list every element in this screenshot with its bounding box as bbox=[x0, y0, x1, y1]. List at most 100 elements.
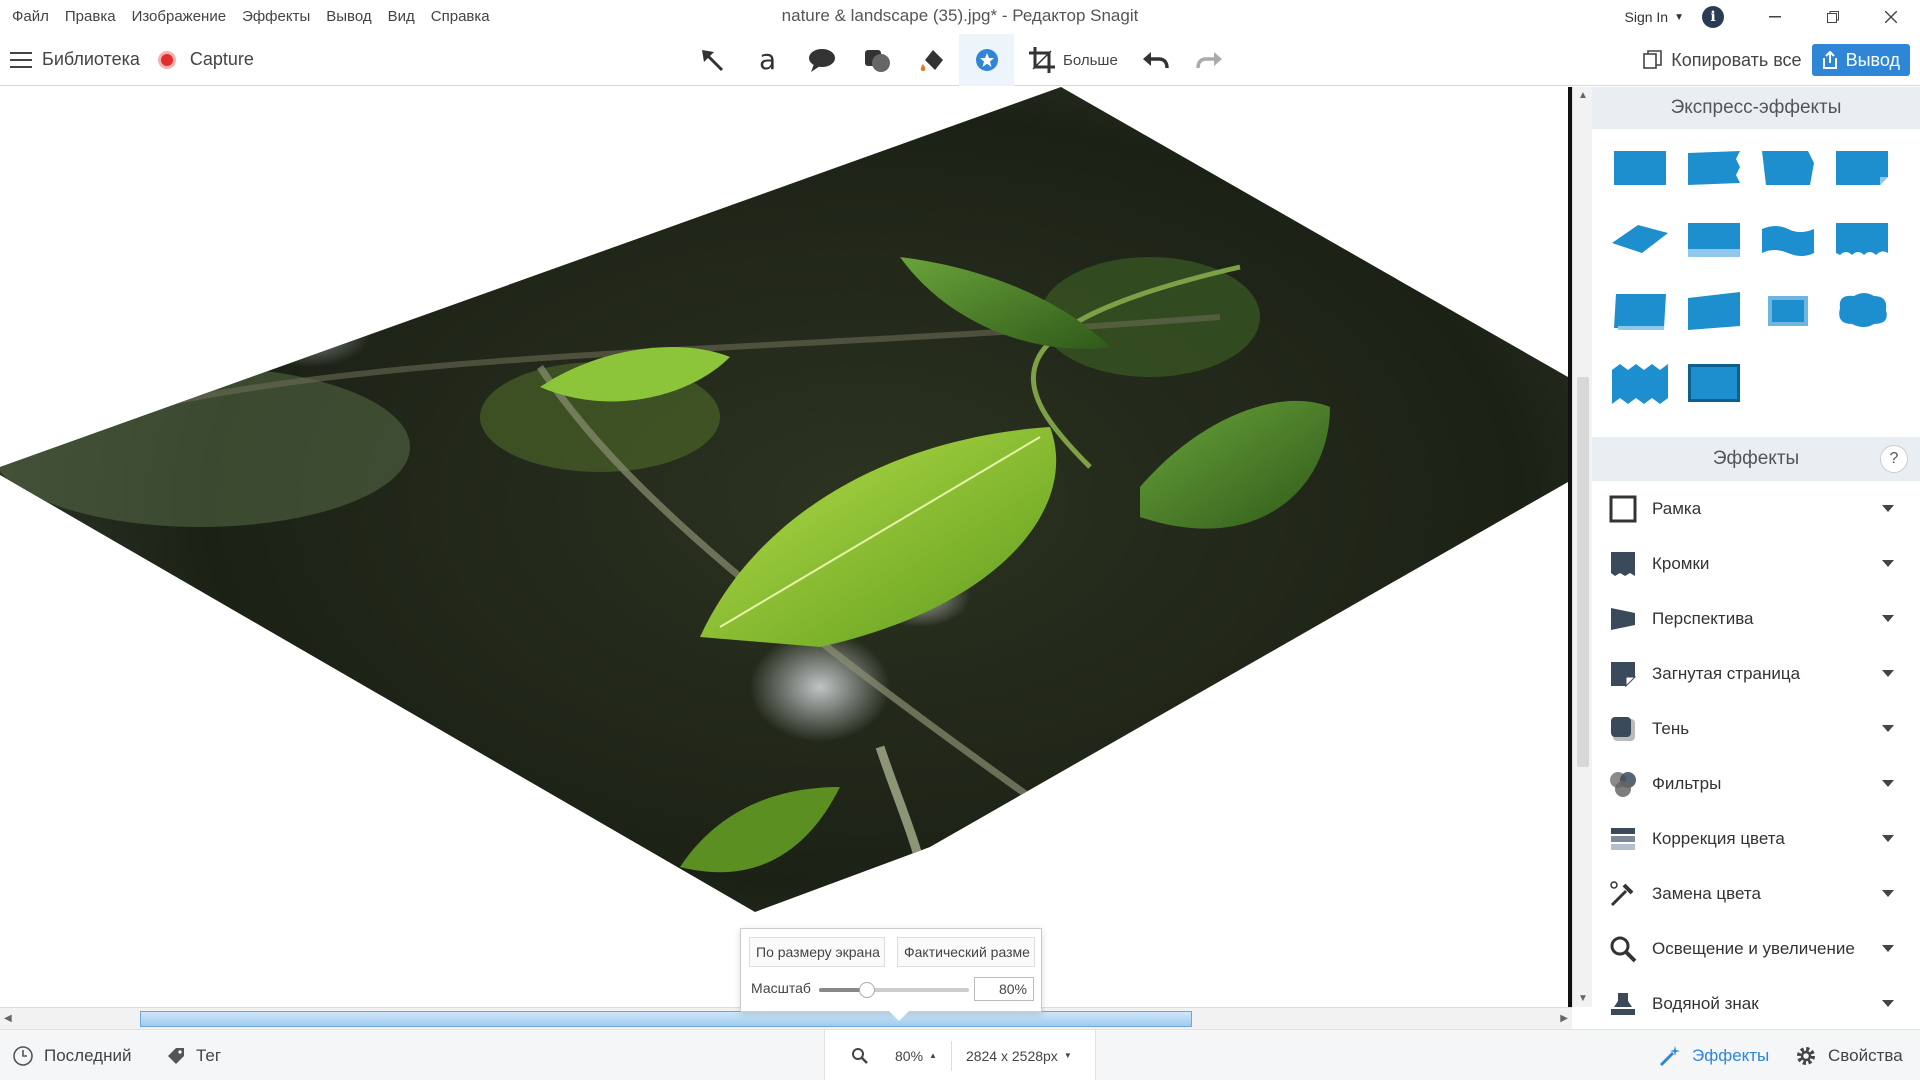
library-button[interactable]: Библиотека bbox=[42, 49, 140, 70]
zoom-slider-thumb[interactable] bbox=[859, 982, 875, 998]
fit-to-screen-button[interactable]: По размеру экрана bbox=[749, 937, 885, 967]
chevron-down-icon[interactable] bbox=[1882, 945, 1894, 952]
chevron-down-icon[interactable] bbox=[1882, 725, 1894, 732]
minimize-button[interactable] bbox=[1746, 0, 1804, 34]
clock-icon bbox=[13, 1045, 33, 1066]
effect-row-color-adjust[interactable]: Коррекция цвета bbox=[1592, 811, 1920, 866]
quick-effect-thumbnail[interactable] bbox=[1756, 215, 1820, 263]
quick-effect-thumbnail[interactable] bbox=[1682, 286, 1746, 334]
quick-effect-thumbnail[interactable] bbox=[1682, 358, 1746, 406]
effect-row-color-replace[interactable]: Замена цвета bbox=[1592, 866, 1920, 921]
chevron-down-icon: ▼ bbox=[1063, 1051, 1072, 1060]
chevron-down-icon[interactable] bbox=[1882, 615, 1894, 622]
quick-effect-thumbnail[interactable] bbox=[1756, 143, 1820, 191]
zoom-slider[interactable] bbox=[819, 982, 969, 998]
arrow-icon bbox=[701, 50, 723, 72]
arrow-tool-button[interactable] bbox=[684, 34, 739, 86]
scroll-up-icon[interactable]: ▲ bbox=[1578, 90, 1588, 101]
menu-effects[interactable]: Эффекты bbox=[234, 0, 318, 34]
menu-file[interactable]: Файл bbox=[4, 0, 57, 34]
restore-button[interactable] bbox=[1804, 0, 1862, 34]
undo-button[interactable] bbox=[1128, 34, 1183, 86]
color-adjust-icon bbox=[1608, 824, 1638, 854]
quick-effect-thumbnail[interactable] bbox=[1608, 358, 1672, 406]
quick-effect-thumbnail[interactable] bbox=[1830, 143, 1894, 191]
menu-edit[interactable]: Правка bbox=[57, 0, 124, 34]
quick-effect-thumbnail[interactable] bbox=[1682, 143, 1746, 191]
properties-button[interactable]: Свойства bbox=[1794, 1030, 1903, 1080]
fill-tool-button[interactable] bbox=[904, 34, 959, 86]
close-button[interactable] bbox=[1862, 0, 1920, 34]
effect-row-border[interactable]: Рамка bbox=[1592, 481, 1920, 536]
tag-button[interactable]: Тег bbox=[166, 1030, 221, 1080]
redo-button[interactable] bbox=[1183, 34, 1238, 86]
menu-help[interactable]: Справка bbox=[423, 0, 498, 34]
effect-row-filters[interactable]: Фильтры bbox=[1592, 756, 1920, 811]
properties-label: Свойства bbox=[1828, 1045, 1903, 1065]
sign-in-button[interactable]: Sign In ▼ bbox=[1625, 9, 1685, 25]
info-icon[interactable]: i bbox=[1702, 6, 1724, 28]
chevron-down-icon[interactable] bbox=[1882, 835, 1894, 842]
vertical-scroll-thumb[interactable] bbox=[1577, 377, 1589, 767]
effect-label: Загнутая страница bbox=[1652, 663, 1801, 683]
scroll-left-icon[interactable]: ◀ bbox=[4, 1013, 12, 1024]
image-canvas[interactable] bbox=[0, 87, 1568, 1007]
more-tools-button[interactable]: Больше bbox=[1063, 52, 1118, 69]
effects-tool-button[interactable] bbox=[959, 34, 1014, 86]
effect-label: Коррекция цвета bbox=[1652, 828, 1785, 848]
horizontal-scroll-thumb[interactable] bbox=[140, 1011, 1192, 1027]
quick-effect-thumbnail[interactable] bbox=[1608, 143, 1672, 191]
canvas-image-svg bbox=[0, 87, 1568, 912]
output-button[interactable]: Вывод bbox=[1811, 44, 1910, 76]
chevron-down-icon: ▼ bbox=[1674, 11, 1684, 23]
effect-row-edges[interactable]: Кромки bbox=[1592, 536, 1920, 591]
shape-icon bbox=[864, 50, 890, 72]
color-replace-icon bbox=[1608, 879, 1638, 909]
chevron-down-icon[interactable] bbox=[1882, 505, 1894, 512]
quick-effect-thumbnail[interactable] bbox=[1682, 215, 1746, 263]
effect-row-page-curl[interactable]: Загнутая страница bbox=[1592, 646, 1920, 701]
actual-size-button[interactable]: Фактический разме bbox=[897, 937, 1035, 967]
capture-button[interactable]: Capture bbox=[190, 49, 254, 70]
chevron-down-icon[interactable] bbox=[1882, 1000, 1894, 1007]
chevron-down-icon[interactable] bbox=[1882, 670, 1894, 677]
capture-record-icon[interactable] bbox=[157, 50, 176, 69]
menu-view[interactable]: Вид bbox=[380, 0, 423, 34]
quick-effect-thumbnail[interactable] bbox=[1756, 286, 1820, 334]
effects-toggle-button[interactable]: Эффекты bbox=[1658, 1030, 1769, 1080]
zoom-level-dropdown[interactable]: 80% ▲ bbox=[895, 1048, 937, 1064]
tag-label: Тег bbox=[196, 1045, 222, 1065]
shadow-icon bbox=[1608, 714, 1638, 744]
hamburger-menu-icon[interactable] bbox=[10, 51, 32, 68]
menu-image[interactable]: Изображение bbox=[124, 0, 235, 34]
scroll-down-icon[interactable]: ▼ bbox=[1578, 993, 1588, 1004]
chevron-down-icon[interactable] bbox=[1882, 890, 1894, 897]
effect-row-shadow[interactable]: Тень bbox=[1592, 701, 1920, 756]
scroll-right-icon[interactable]: ▶ bbox=[1560, 1013, 1568, 1024]
copy-all-label: Копировать все bbox=[1671, 49, 1802, 70]
copy-all-button[interactable]: Копировать все bbox=[1643, 49, 1802, 71]
help-button[interactable]: ? bbox=[1880, 445, 1908, 473]
search-icon[interactable] bbox=[851, 1047, 869, 1065]
callout-tool-button[interactable] bbox=[794, 34, 849, 86]
dimensions-dropdown[interactable]: 2824 x 2528px ▼ bbox=[966, 1048, 1072, 1064]
effect-row-perspective[interactable]: Перспектива bbox=[1592, 591, 1920, 646]
zoom-value-field[interactable]: 80% bbox=[974, 977, 1034, 1001]
chevron-down-icon[interactable] bbox=[1882, 780, 1894, 787]
filters-icon bbox=[1608, 769, 1638, 799]
text-tool-button[interactable]: a bbox=[739, 34, 794, 86]
menu-output[interactable]: Вывод bbox=[318, 0, 379, 34]
crop-tool-button[interactable] bbox=[1014, 34, 1069, 86]
effect-row-watermark[interactable]: Водяной знак bbox=[1592, 976, 1920, 1031]
quick-effect-thumbnail[interactable] bbox=[1608, 286, 1672, 334]
quick-effect-thumbnail[interactable] bbox=[1608, 215, 1672, 263]
redo-icon bbox=[1196, 52, 1223, 69]
chevron-down-icon[interactable] bbox=[1882, 560, 1894, 567]
shape-tool-button[interactable] bbox=[849, 34, 904, 86]
effect-row-spotlight-magnify[interactable]: Освещение и увеличение bbox=[1592, 921, 1920, 976]
vertical-scrollbar[interactable]: ▲ ▼ bbox=[1572, 87, 1592, 1007]
divider bbox=[950, 1040, 952, 1071]
recent-button[interactable]: Последний bbox=[12, 1030, 131, 1080]
quick-effect-thumbnail[interactable] bbox=[1830, 215, 1894, 263]
quick-effect-thumbnail[interactable] bbox=[1830, 286, 1894, 334]
